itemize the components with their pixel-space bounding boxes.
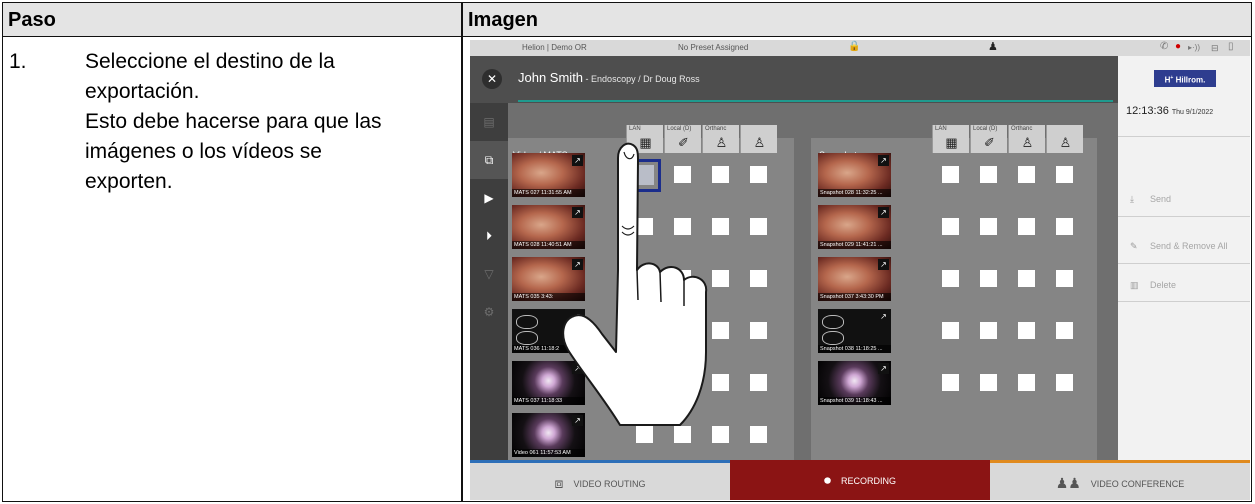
step-line: exportación. xyxy=(85,80,200,103)
table-header-row: Paso Imagen xyxy=(3,3,1251,37)
pointing-hand-icon xyxy=(562,142,708,426)
step-description: Seleccione el destino de la exportación.… xyxy=(85,47,457,197)
column-divider xyxy=(461,3,463,501)
header-step: Paso xyxy=(8,9,56,31)
step-line: exporten. xyxy=(85,170,173,193)
app-screenshot: Helion | Demo OR No Preset Assigned 🔒 ♟ … xyxy=(470,40,1250,500)
step-line: Esto debe hacerse para que las xyxy=(85,110,382,133)
step-line: imágenes o los vídeos se xyxy=(85,140,322,163)
step-line: Seleccione el destino de la xyxy=(85,50,335,73)
header-image: Imagen xyxy=(468,9,539,31)
step-number: 1. xyxy=(9,50,27,73)
